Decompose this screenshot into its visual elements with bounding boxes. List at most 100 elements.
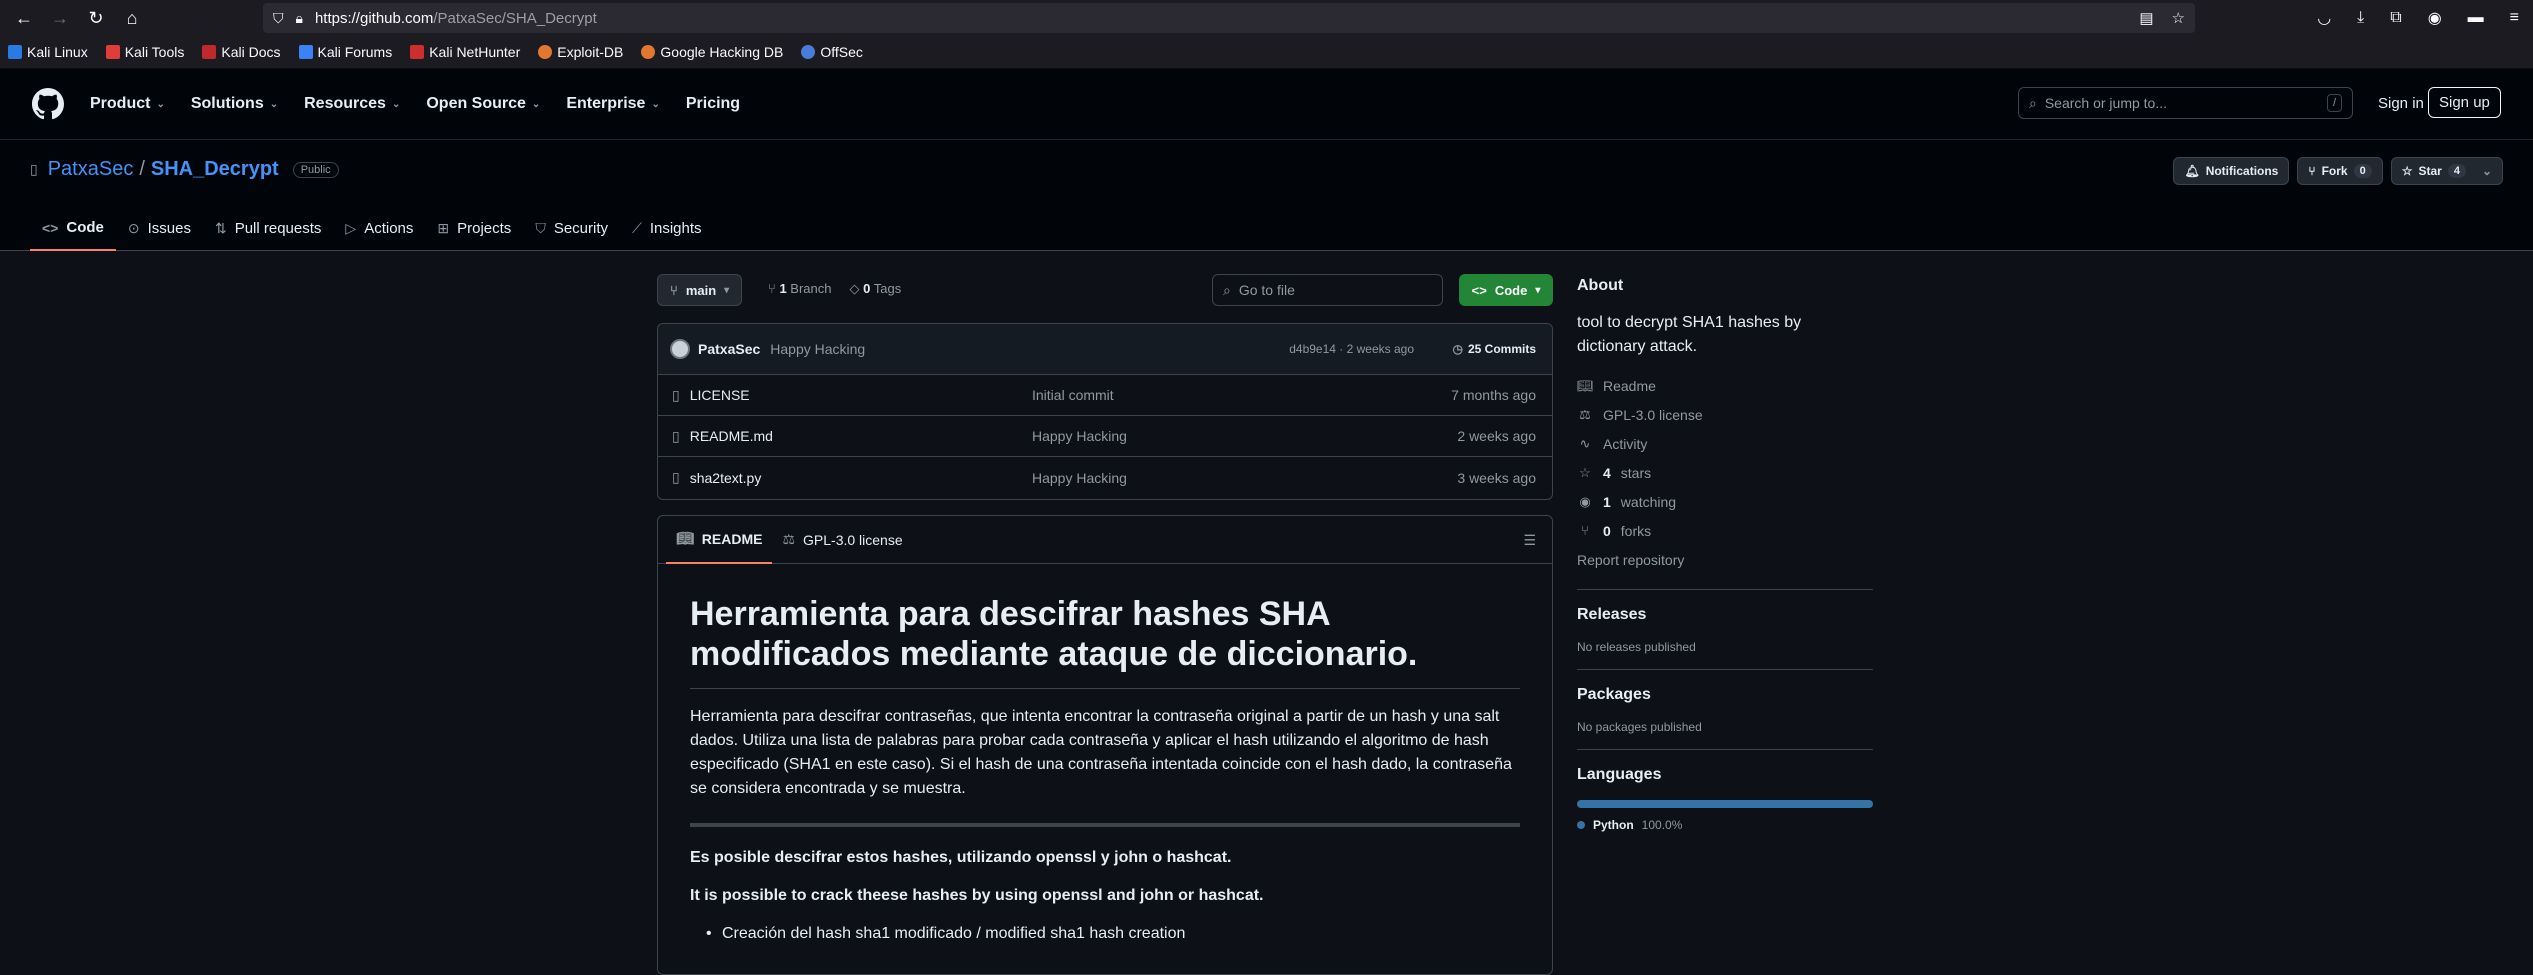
lock-icon[interactable]: 🔒︎ (296, 10, 303, 27)
visibility-badge: Public (292, 161, 339, 178)
tab-pull-requests[interactable]: ⇅ Pull requests (203, 206, 333, 251)
star-button[interactable]: ☆ Star 4 ⌄ (2390, 157, 2503, 185)
nav-label: Solutions (190, 95, 264, 112)
search-input[interactable]: ⌕ Search or jump to... / (2018, 87, 2353, 119)
avatar[interactable] (670, 339, 690, 359)
about-description: tool to decrypt SHA1 hashes by dictionar… (1577, 314, 1802, 355)
nav-product[interactable]: Product ⌄ (90, 95, 165, 113)
tab-code[interactable]: <> Code (30, 206, 116, 251)
stars-link[interactable]: ☆ 4 stars (1577, 458, 1873, 487)
commit-meta[interactable]: d4b9e14 · 2 weeks ago (1289, 342, 1414, 356)
code-dropdown-button[interactable]: <> Code ▾ (1459, 274, 1553, 306)
nav-solutions[interactable]: Solutions ⌄ (191, 95, 278, 113)
extension-icon[interactable]: ▬ (2468, 9, 2484, 27)
tab-label: README (701, 530, 763, 547)
law-icon: ⚖ (782, 531, 796, 547)
firefox-account-icon[interactable]: ◉ (2428, 8, 2442, 28)
bookmark-star-icon[interactable]: ☆ (2172, 9, 2185, 27)
fork-button[interactable]: ⑂ Fork 0 (2297, 157, 2383, 185)
divider (1577, 669, 1873, 670)
bookmark-offsec[interactable]: OffSec (801, 44, 863, 60)
url-bar[interactable]: ⛉ 🔒︎ https://github.com/PatxaSec/SHA_Dec… (263, 3, 2195, 33)
downloads-icon[interactable]: ⤓ (2357, 9, 2364, 27)
table-row[interactable]: ▯ LICENSE Initial commit 7 months ago (658, 375, 1552, 416)
branch-select-button[interactable]: ⑂ main ▾ (657, 274, 743, 306)
commit-author[interactable]: PatxaSec (698, 341, 760, 357)
go-to-file-input[interactable]: ⌕ Go to file (1212, 274, 1443, 306)
tab-license[interactable]: ⚖ GPL-3.0 license (772, 516, 912, 564)
bookmark-kali-linux[interactable]: Kali Linux (8, 44, 88, 60)
file-date: 3 weeks ago (1457, 469, 1536, 486)
latest-commit-row: PatxaSec Happy Hacking d4b9e14 · 2 weeks… (658, 324, 1552, 375)
tags-link[interactable]: ◇ 0 Tags (850, 281, 902, 297)
back-icon[interactable]: ← (8, 2, 40, 34)
about-heading: About (1577, 277, 1624, 294)
menu-icon[interactable]: ≡ (2510, 9, 2519, 27)
file-commit-message[interactable]: Happy Hacking (1032, 470, 1127, 486)
play-icon: ▷ (345, 220, 357, 236)
file-name[interactable]: README.md (690, 428, 773, 444)
notifications-button[interactable]: 🔔︎ Notifications (2173, 157, 2290, 185)
tab-readme[interactable]: 📖︎ README (666, 516, 773, 564)
branch-name: main (685, 282, 717, 298)
chevron-down-icon[interactable]: ⌄ (2482, 164, 2492, 178)
readme-body: Herramienta para descifrar hashes SHA mo… (658, 564, 1552, 973)
stars-count: 4 (1603, 464, 1611, 481)
license-link[interactable]: ⚖ GPL-3.0 license (1577, 400, 1873, 429)
report-repository-link[interactable]: Report repository (1577, 545, 1873, 574)
tab-security[interactable]: ⛉ Security (523, 206, 620, 251)
nav-pricing[interactable]: Pricing (686, 95, 740, 113)
stars-label: stars (1620, 464, 1652, 481)
forward-icon[interactable]: → (44, 2, 76, 34)
file-name[interactable]: LICENSE (690, 387, 750, 403)
file-name[interactable]: sha2text.py (690, 470, 762, 486)
tab-actions[interactable]: ▷ Actions (333, 206, 425, 251)
pocket-icon[interactable]: ◡ (2317, 8, 2331, 28)
code-icon: <> (1471, 282, 1487, 298)
file-commit-message[interactable]: Initial commit (1032, 387, 1114, 403)
bookmark-exploit-db[interactable]: Exploit-DB (538, 44, 623, 60)
forks-link[interactable]: ⑂ 0 forks (1577, 516, 1873, 545)
sign-in-link[interactable]: Sign in (2366, 89, 2436, 118)
reader-view-icon[interactable]: ▤ (2139, 9, 2153, 27)
table-row[interactable]: ▯ README.md Happy Hacking 2 weeks ago (658, 416, 1552, 457)
tab-issues[interactable]: ⊙ Issues (116, 206, 203, 251)
bookmark-kali-tools[interactable]: Kali Tools (105, 44, 184, 60)
file-commit-message[interactable]: Happy Hacking (1032, 428, 1127, 444)
file-icon: ▯ (672, 427, 680, 444)
readme-link[interactable]: 📖︎ Readme (1577, 371, 1873, 400)
nav-resources[interactable]: Resources ⌄ (304, 95, 400, 113)
shield-icon[interactable]: ⛉ (273, 10, 284, 27)
releases-heading[interactable]: Releases (1577, 606, 1873, 624)
repo-tabs: <> Code ⊙ Issues ⇅ Pull requests ▷ Actions ⊞… (30, 206, 714, 251)
table-row[interactable]: ▯ sha2text.py Happy Hacking 3 weeks ago (658, 457, 1552, 498)
bookmark-google-hacking-db[interactable]: Google Hacking DB (641, 44, 783, 60)
branches-link[interactable]: ⑂ 1 Branch (768, 281, 832, 297)
tab-insights[interactable]: ⟋ Insights (620, 206, 714, 251)
nav-label: Product (90, 95, 151, 112)
tab-projects[interactable]: ⊞ Projects (425, 206, 523, 251)
home-icon[interactable]: ⌂ (116, 2, 148, 34)
language-item[interactable]: Python 100.0% (1577, 818, 1873, 832)
shield-icon: ⛉ (535, 220, 546, 236)
repo-name-link[interactable]: SHA_Decrypt (151, 158, 279, 181)
activity-link[interactable]: ∿ Activity (1577, 429, 1873, 458)
table-of-contents-icon[interactable]: ☰ (1523, 532, 1536, 549)
ghdb-icon (641, 45, 656, 59)
commit-message[interactable]: Happy Hacking (770, 341, 865, 357)
search-placeholder: Search or jump to... (2044, 95, 2168, 111)
nav-open-source[interactable]: Open Source ⌄ (426, 95, 540, 113)
bookmark-kali-docs[interactable]: Kali Docs (202, 44, 281, 60)
sign-up-button[interactable]: Sign up (2428, 87, 2501, 118)
commits-link[interactable]: ◷ 25 Commits (1452, 342, 1536, 356)
bookmark-kali-nethunter[interactable]: Kali NetHunter (410, 44, 520, 60)
bookmark-kali-forums[interactable]: Kali Forums (298, 44, 392, 60)
nav-enterprise[interactable]: Enterprise ⌄ (566, 95, 660, 113)
code-icon: <> (42, 219, 59, 236)
reload-icon[interactable]: ↻ (80, 2, 112, 34)
packages-heading[interactable]: Packages (1577, 686, 1873, 704)
repo-owner-link[interactable]: PatxaSec (48, 158, 134, 181)
extensions-icon[interactable]: ⧉ (2390, 9, 2401, 27)
watchers-link[interactable]: ◉ 1 watching (1577, 487, 1873, 516)
github-logo-icon[interactable] (32, 88, 64, 120)
